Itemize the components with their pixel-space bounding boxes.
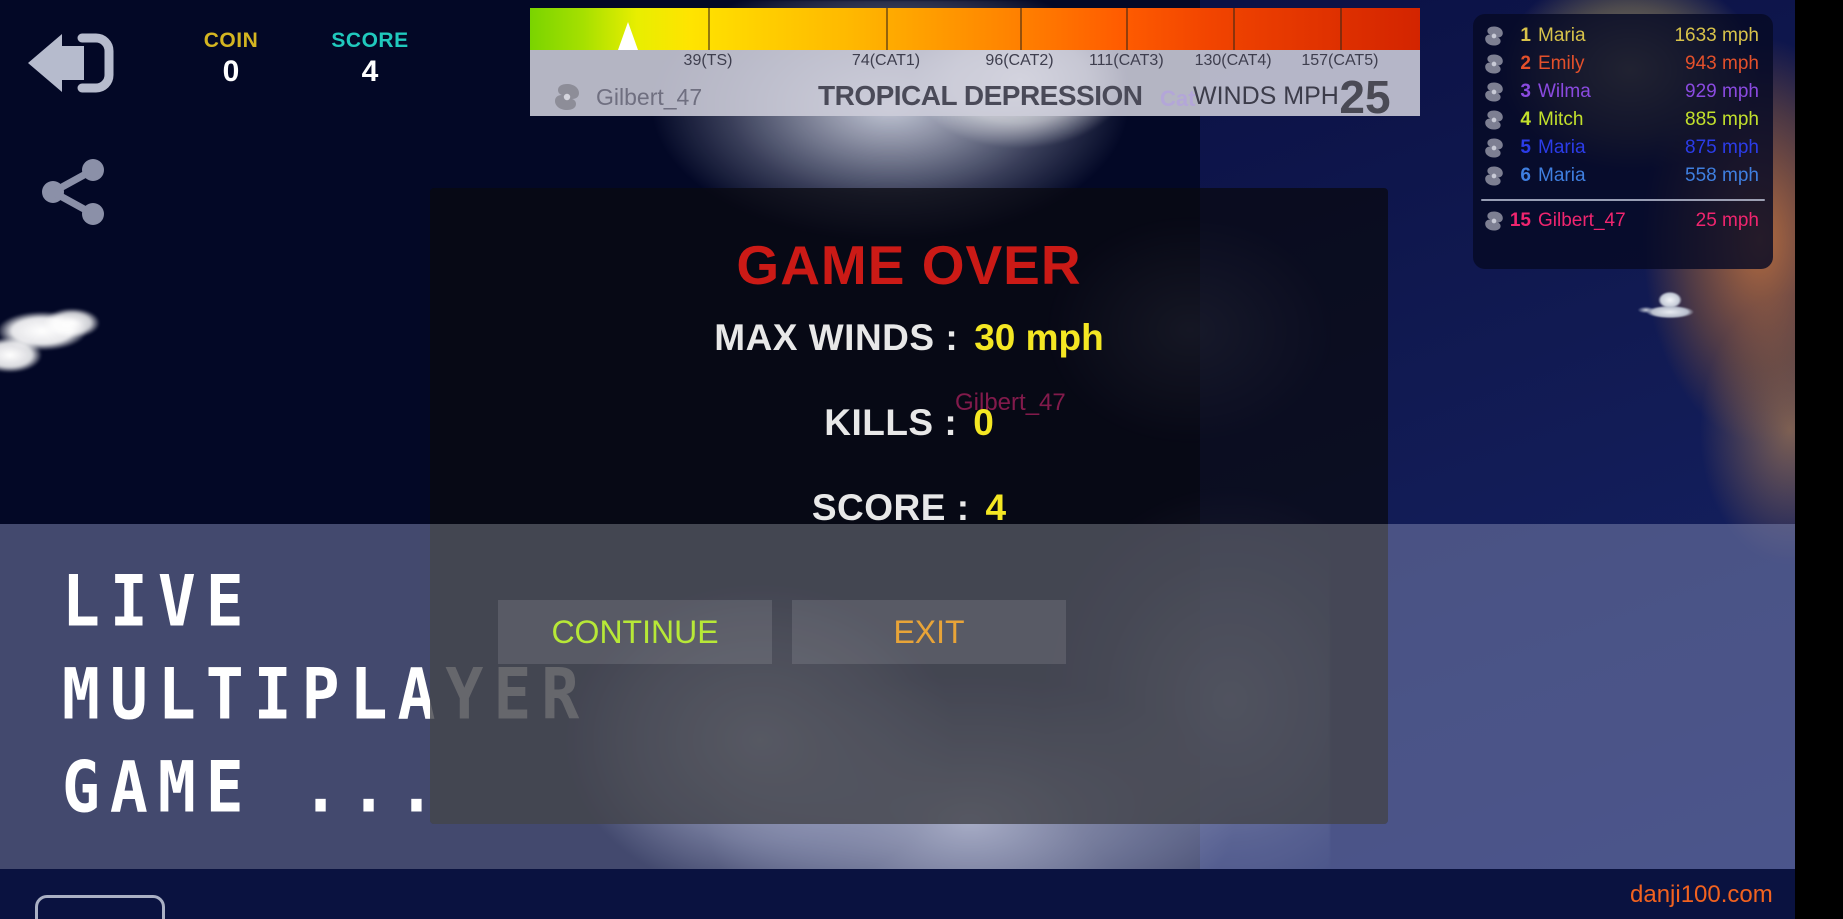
leaderboard-speed: 929 mph <box>1685 81 1759 102</box>
saffir-simpson-gradient-bar <box>530 8 1420 50</box>
leaderboard-name: Maria <box>1538 25 1586 46</box>
storm-status-panel: 39(TS) 74(CAT1) 96(CAT2) 111(CAT3) 130(CAT4)… <box>530 8 1420 123</box>
leaderboard-rank: 6 <box>1520 165 1531 186</box>
leaderboard-row: 2 Emily 943 mph <box>1473 50 1773 78</box>
leaderboard-speed: 558 mph <box>1685 165 1759 186</box>
coin-counter: COIN 0 <box>156 29 306 89</box>
wind-scale-tick-label: 111(CAT3) <box>1088 52 1164 69</box>
wind-scale-tick <box>1126 8 1129 50</box>
cloud-sprite <box>0 285 120 395</box>
storm-winds-value: 25 <box>1339 71 1391 123</box>
leaderboard-rank: 5 <box>1520 137 1531 158</box>
leaderboard-speed: 875 mph <box>1685 137 1759 158</box>
score-value: 4 <box>361 55 379 88</box>
wind-scale-tick-label: 39(TS) <box>683 52 733 69</box>
max-winds-label: MAX WINDS : <box>714 317 959 358</box>
leaderboard-rank: 2 <box>1520 53 1531 74</box>
dialog-lower-panel <box>430 524 1388 824</box>
max-winds-value: 30 mph <box>974 317 1104 358</box>
leaderboard-name: Maria <box>1538 165 1586 186</box>
leaderboard-rank: 3 <box>1520 81 1531 102</box>
kills-row: KILLS : 0 <box>430 398 1388 448</box>
leaderboard-speed: 885 mph <box>1685 109 1759 130</box>
hurricane-icon <box>1485 82 1503 102</box>
wind-scale-tick <box>886 8 888 50</box>
current-wind-marker <box>617 22 638 50</box>
leaderboard: 1 Maria 1633 mph 2 Emily 943 mph 3 Wilma 929 mph… <box>1473 14 1773 269</box>
dialog-score-label: SCORE : <box>811 487 970 528</box>
leaderboard-row-self: 15 Gilbert_47 25 mph <box>1473 207 1773 235</box>
storm-info-row: Gilbert_47 TROPICAL DEPRESSION Cat WINDS… <box>530 71 1420 123</box>
coin-label: COIN <box>203 29 259 52</box>
wind-scale-tick <box>1019 8 1022 50</box>
leaderboard-name: Maria <box>1538 137 1586 158</box>
wind-scale-tick <box>708 8 710 50</box>
dialog-buttons: CONTINUE EXIT <box>430 600 1388 664</box>
storm-status-text: TROPICAL DEPRESSION <box>818 80 1143 111</box>
leaderboard-separator <box>1481 199 1765 201</box>
leaderboard-name: Gilbert_47 <box>1538 210 1626 231</box>
leaderboard-rows: 1 Maria 1633 mph 2 Emily 943 mph 3 Wilma 929 mph… <box>1473 22 1773 190</box>
wind-scale-tick-label: 157(CAT5) <box>1301 52 1379 69</box>
wind-scale-tick <box>1233 8 1236 50</box>
storm-player-name: Gilbert_47 <box>596 84 703 110</box>
score-label: SCORE <box>331 29 409 52</box>
wind-scale-labels: 39(TS) 74(CAT1) 96(CAT2) 111(CAT3) 130(CAT4)… <box>530 52 1420 76</box>
leaderboard-rank: 15 <box>1509 210 1531 231</box>
continue-button[interactable]: CONTINUE <box>498 600 772 664</box>
leaderboard-name: Mitch <box>1538 109 1584 130</box>
hurricane-icon <box>1485 211 1503 231</box>
leaderboard-row: 6 Maria 558 mph <box>1473 162 1773 190</box>
dialog-score-value: 4 <box>985 487 1007 528</box>
leaderboard-speed: 943 mph <box>1685 53 1759 74</box>
bottom-nav-pill[interactable] <box>35 895 165 919</box>
ship-sprite <box>1630 288 1706 322</box>
leaderboard-name: Wilma <box>1538 81 1591 102</box>
hurricane-icon <box>1485 138 1503 158</box>
hurricane-icon <box>1485 110 1503 130</box>
leaderboard-self-row: 15 Gilbert_47 25 mph <box>1473 207 1773 235</box>
back-arrow-icon <box>28 33 114 93</box>
share-button[interactable] <box>38 158 108 226</box>
site-watermark: danji100.com <box>1630 881 1773 908</box>
score-counter: SCORE 4 <box>295 29 445 89</box>
leaderboard-row: 3 Wilma 929 mph <box>1473 78 1773 106</box>
wind-scale-tick-label: 96(CAT2) <box>985 52 1054 69</box>
leaderboard-name: Emily <box>1538 53 1585 74</box>
leaderboard-rank: 4 <box>1520 109 1531 130</box>
coin-value: 0 <box>222 55 240 88</box>
back-button[interactable] <box>22 32 118 94</box>
leaderboard-row: 5 Maria 875 mph <box>1473 134 1773 162</box>
leaderboard-row: 1 Maria 1633 mph <box>1473 22 1773 50</box>
hurricane-icon <box>1485 54 1503 74</box>
leaderboard-rank: 1 <box>1520 25 1531 46</box>
leaderboard-speed: 1633 mph <box>1674 25 1759 46</box>
score-row: SCORE : 4 <box>430 483 1388 533</box>
max-winds-row: MAX WINDS : 30 mph <box>430 313 1388 363</box>
game-screen: COIN 0 SCORE 4 39(TS) 74(CAT1) 96(CAT2) 111… <box>0 0 1843 919</box>
share-icon <box>42 159 104 225</box>
leaderboard-row: 4 Mitch 885 mph <box>1473 106 1773 134</box>
kills-label: KILLS : <box>824 402 958 443</box>
game-over-dialog: GAME OVER MAX WINDS : 30 mph Gilbert_47 … <box>430 188 1388 824</box>
wind-scale-tick <box>1339 8 1342 50</box>
kills-value: 0 <box>973 402 994 443</box>
wind-scale-tick-label: 130(CAT4) <box>1194 52 1272 69</box>
game-over-title: GAME OVER <box>736 234 1082 296</box>
wind-scale-tick-label: 74(CAT1) <box>851 52 921 69</box>
leaderboard-speed: 25 mph <box>1695 210 1759 231</box>
right-letterbox <box>1795 0 1843 919</box>
hurricane-icon <box>1485 166 1503 186</box>
bottom-band <box>0 869 1843 919</box>
storm-category-ghost-text: Cat <box>1160 86 1196 111</box>
hurricane-icon <box>1485 26 1503 46</box>
hurricane-icon <box>555 84 579 110</box>
exit-button[interactable]: EXIT <box>792 600 1066 664</box>
